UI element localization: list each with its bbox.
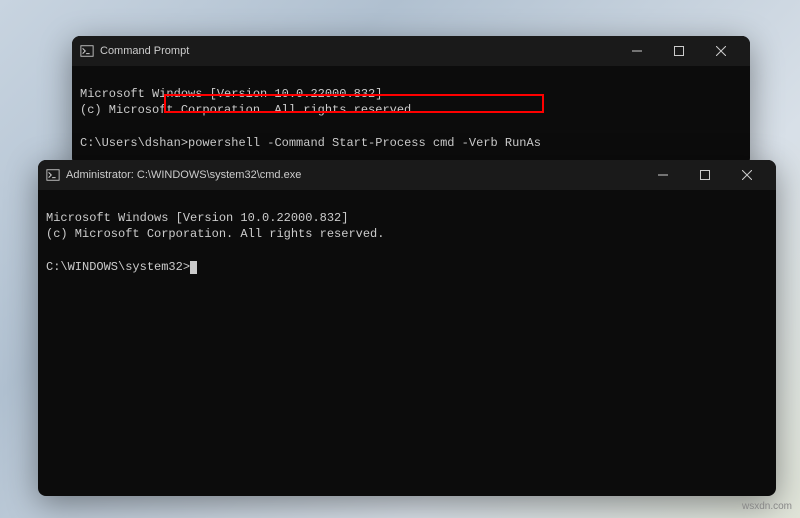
terminal-icon	[46, 168, 60, 182]
prompt-path: C:\Users\dshan>	[80, 136, 188, 150]
minimize-icon	[658, 170, 668, 180]
maximize-icon	[674, 46, 684, 56]
close-button[interactable]	[726, 160, 768, 190]
prompt-path: C:\WINDOWS\system32>	[46, 260, 190, 274]
maximize-button[interactable]	[684, 160, 726, 190]
command-prompt-window: Command Prompt Microsoft Windows [Versio…	[72, 36, 750, 166]
titlebar[interactable]: Command Prompt	[72, 36, 750, 66]
prompt-command: powershell -Command Start-Process cmd -V…	[188, 136, 541, 150]
terminal-icon	[80, 44, 94, 58]
version-text: Microsoft Windows [Version 10.0.22000.83…	[80, 87, 382, 101]
terminal-output[interactable]: Microsoft Windows [Version 10.0.22000.83…	[38, 190, 776, 295]
titlebar[interactable]: Administrator: C:\WINDOWS\system32\cmd.e…	[38, 160, 776, 190]
maximize-button[interactable]	[658, 36, 700, 66]
admin-cmd-window: Administrator: C:\WINDOWS\system32\cmd.e…	[38, 160, 776, 496]
window-title: Command Prompt	[100, 45, 616, 57]
window-title: Administrator: C:\WINDOWS\system32\cmd.e…	[66, 169, 642, 181]
minimize-button[interactable]	[616, 36, 658, 66]
window-controls	[642, 160, 768, 190]
cursor	[190, 261, 197, 274]
copyright-text: (c) Microsoft Corporation. All rights re…	[80, 103, 418, 117]
minimize-icon	[632, 46, 642, 56]
version-text: Microsoft Windows [Version 10.0.22000.83…	[46, 211, 348, 225]
close-icon	[742, 170, 752, 180]
close-icon	[716, 46, 726, 56]
watermark: wsxdn.com	[742, 501, 792, 512]
minimize-button[interactable]	[642, 160, 684, 190]
window-controls	[616, 36, 742, 66]
terminal-output[interactable]: Microsoft Windows [Version 10.0.22000.83…	[72, 66, 750, 166]
copyright-text: (c) Microsoft Corporation. All rights re…	[46, 227, 384, 241]
close-button[interactable]	[700, 36, 742, 66]
maximize-icon	[700, 170, 710, 180]
